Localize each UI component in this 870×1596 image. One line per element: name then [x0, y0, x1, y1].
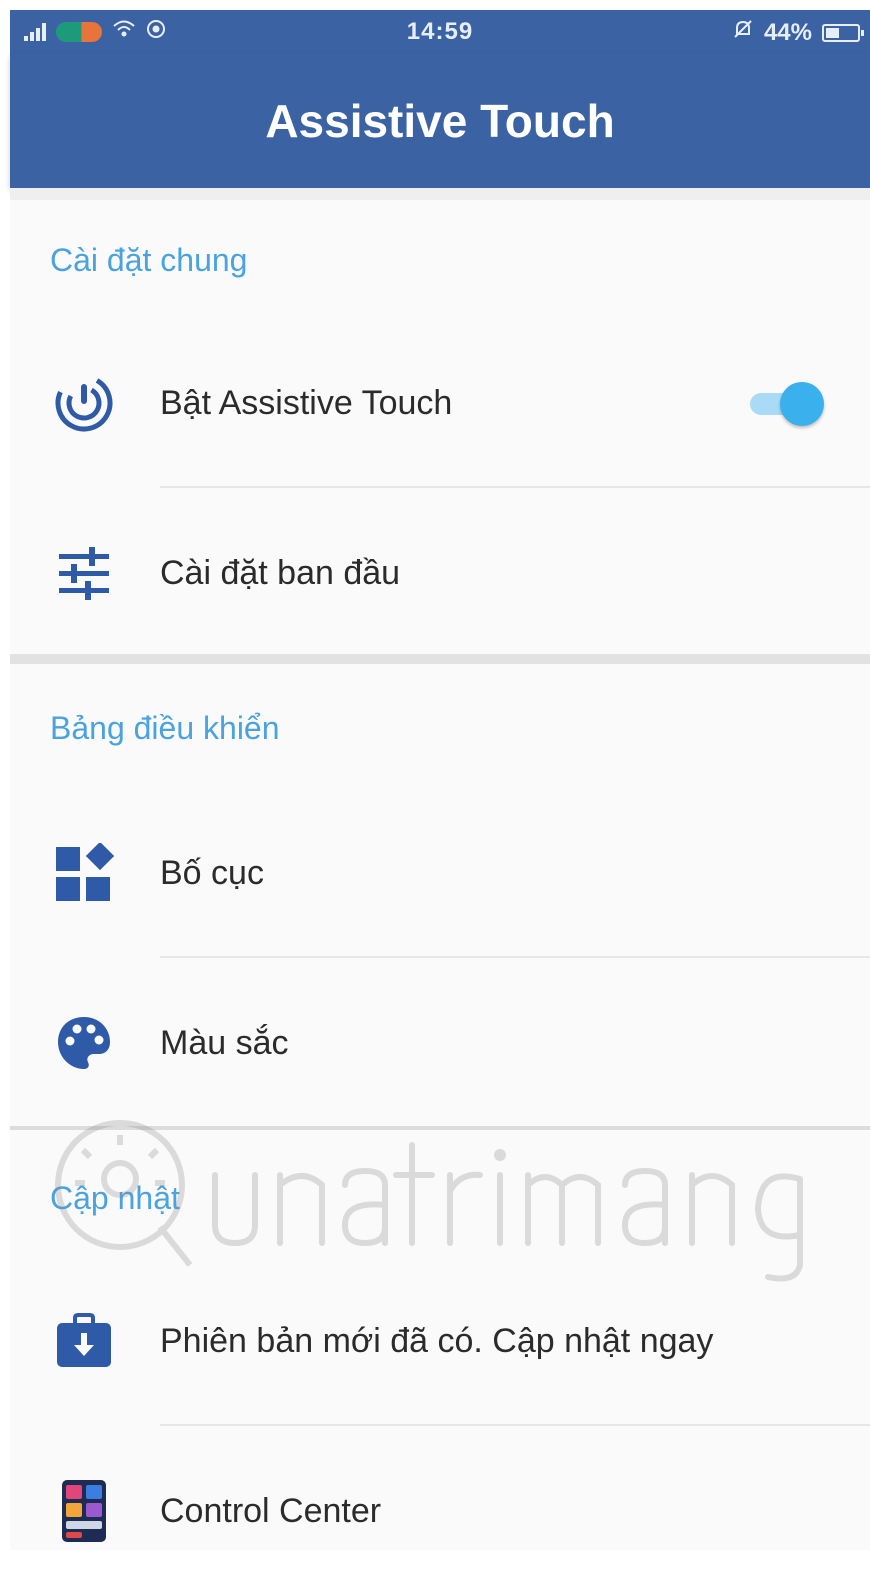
item-label: Màu sắc	[160, 1023, 289, 1062]
settings-list: Cài đặt chung Bật Assistive Touch Cài đặ…	[10, 188, 870, 1550]
palette-icon	[52, 1011, 116, 1075]
app-title: Assistive Touch	[265, 95, 615, 147]
item-new-version[interactable]: Phiên bản mới đã có. Cập nhật ngay	[10, 1256, 870, 1426]
item-layout[interactable]: Bố cục	[10, 788, 870, 958]
alarm-off-icon	[732, 18, 754, 47]
toggle-knob	[780, 382, 824, 426]
battery-icon	[822, 23, 864, 42]
section-header-control-panel: Bảng điều khiển	[50, 710, 280, 746]
sliders-icon	[52, 541, 116, 605]
section-header-update: Cập nhật	[50, 1180, 180, 1216]
item-initial-settings[interactable]: Cài đặt ban đầu	[10, 488, 870, 658]
item-control-center[interactable]: Control Center	[10, 1426, 870, 1596]
battery-fill	[826, 27, 839, 38]
item-colors[interactable]: Màu sắc	[10, 958, 870, 1128]
item-label: Bật Assistive Touch	[160, 383, 453, 422]
section-divider	[10, 1126, 870, 1130]
assistive-touch-icon	[52, 371, 116, 435]
item-label: Phiên bản mới đã có. Cập nhật ngay	[160, 1321, 714, 1360]
section-divider	[10, 654, 870, 664]
item-label: Cài đặt ban đầu	[160, 553, 401, 592]
item-label: Bố cục	[160, 853, 264, 892]
item-enable-assistive-touch[interactable]: Bật Assistive Touch	[10, 318, 870, 488]
battery-percent: 44%	[763, 18, 812, 46]
control-center-app-icon	[52, 1479, 116, 1543]
layout-icon	[52, 841, 116, 905]
section-header-general: Cài đặt chung	[50, 242, 248, 278]
status-right: 44%	[732, 18, 864, 47]
assistive-touch-toggle[interactable]	[750, 382, 830, 426]
section-divider	[10, 188, 870, 200]
update-bag-icon	[52, 1309, 116, 1373]
item-label: Control Center	[160, 1491, 382, 1530]
status-bar: 14:59 44%	[10, 10, 870, 54]
app-bar: Assistive Touch	[10, 54, 870, 188]
